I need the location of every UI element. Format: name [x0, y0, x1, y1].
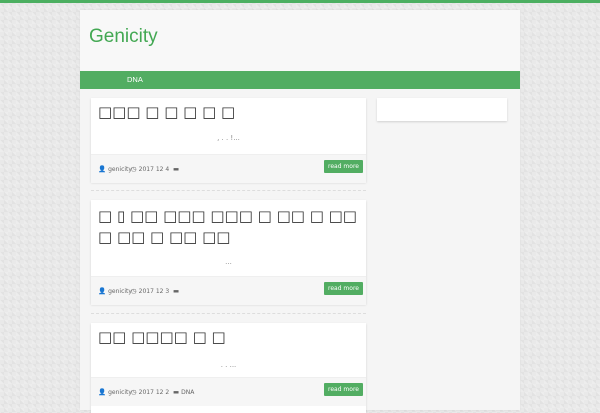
post-card: □□□ □ □ □ □ □ , . . !... 👤 genicity ◷ 2017…	[91, 98, 366, 183]
post-category[interactable]: ▬	[173, 287, 181, 295]
post-excerpt: , . . !...	[217, 134, 240, 142]
read-more-button[interactable]: read more	[324, 383, 363, 396]
clock-icon: ◷	[131, 165, 137, 173]
post-meta: 👤 genicity ◷ 2017 12 3 ▬ read more	[91, 276, 366, 305]
read-more-button[interactable]: read more	[324, 160, 363, 173]
post-title[interactable]: □□□ □ □ □ □ □	[98, 102, 359, 123]
post-author-name: genicity	[108, 166, 132, 173]
site-header: Genicity	[80, 10, 520, 71]
folder-icon: ▬	[173, 287, 180, 295]
post-meta: 👤 genicity ◷ 2017 12 4 ▬ read more	[91, 154, 366, 183]
post-divider	[91, 313, 366, 314]
folder-icon: ▬	[173, 388, 180, 396]
user-icon: 👤	[98, 287, 107, 295]
sidebar-widget	[377, 98, 507, 121]
post-title[interactable]: □ ▯ □□ □□□ □□□ □ □□ □ □□ □ □□ □ □□ □□	[98, 206, 359, 248]
post-date[interactable]: ◷ 2017 12 3	[131, 287, 169, 295]
user-icon: 👤	[98, 388, 107, 396]
post-meta: 👤 genicity ◷ 2017 12 2 ▬ DNA read more	[91, 377, 366, 406]
post-card: □ ▯ □□ □□□ □□□ □ □□ □ □□ □ □□ □ □□ □□ ..…	[91, 200, 366, 305]
post-date[interactable]: ◷ 2017 12 4	[131, 165, 169, 173]
site-title[interactable]: Genicity	[89, 26, 158, 48]
post-author-name: genicity	[108, 288, 132, 295]
post-author[interactable]: 👤 genicity	[98, 287, 132, 295]
post-category-text: DNA	[181, 389, 195, 396]
post-author[interactable]: 👤 genicity	[98, 388, 132, 396]
nav-item-dna[interactable]: DNA	[127, 75, 143, 84]
folder-icon: ▬	[173, 165, 180, 173]
post-excerpt: ...	[225, 258, 232, 266]
post-date-text: 2017 12 3	[138, 288, 170, 295]
clock-icon: ◷	[131, 388, 137, 396]
post-date-text: 2017 12 4	[138, 166, 170, 173]
post-divider	[91, 190, 366, 191]
clock-icon: ◷	[131, 287, 137, 295]
read-more-button[interactable]: read more	[324, 282, 363, 295]
post-category[interactable]: ▬	[173, 165, 181, 173]
post-author[interactable]: 👤 genicity	[98, 165, 132, 173]
post-excerpt: . . ...	[220, 361, 237, 369]
page-wrapper: Genicity DNA □□□ □ □ □ □ □ , . . !... 👤 g…	[80, 10, 520, 413]
user-icon: 👤	[98, 165, 107, 173]
post-date[interactable]: ◷ 2017 12 2	[131, 388, 169, 396]
main-navigation: DNA	[80, 71, 520, 89]
post-date-text: 2017 12 2	[138, 389, 170, 396]
post-category[interactable]: ▬ DNA	[173, 388, 194, 396]
top-accent-bar	[0, 0, 600, 3]
post-title[interactable]: □□ □□□□ □ □	[98, 327, 359, 348]
post-author-name: genicity	[108, 389, 132, 396]
